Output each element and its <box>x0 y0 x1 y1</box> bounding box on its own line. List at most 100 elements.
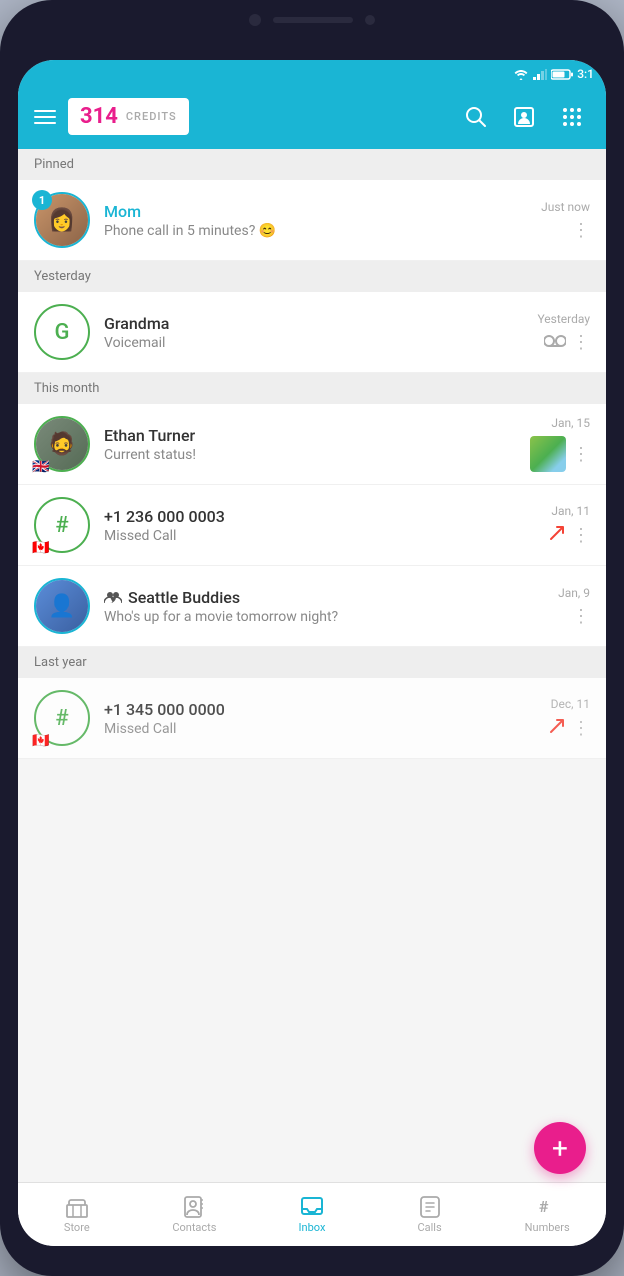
conv-time-seattle: Jan, 9 <box>558 586 590 600</box>
conv-name-grandma: Grandma <box>104 314 523 333</box>
search-button[interactable] <box>458 99 494 135</box>
conversation-number1[interactable]: # 🇨🇦 +1 236 000 0003 Missed Call Jan, 11 <box>18 485 606 566</box>
nav-item-numbers[interactable]: # Numbers <box>488 1187 606 1242</box>
flag-ethan: 🇬🇧 <box>32 460 52 474</box>
front-camera-area <box>249 14 375 26</box>
nav-item-contacts[interactable]: Contacts <box>136 1187 254 1242</box>
conv-content-number1: +1 236 000 0003 Missed Call <box>104 507 534 544</box>
avatar-wrap-grandma: G <box>34 304 90 360</box>
numbers-icon: # <box>535 1195 559 1219</box>
section-yesterday: Yesterday <box>18 261 606 292</box>
seattle-name-text: Seattle Buddies <box>128 588 240 607</box>
conv-preview-number2: Missed Call <box>104 721 534 737</box>
conv-name-number2: +1 345 000 0000 <box>104 700 534 719</box>
battery-icon <box>551 69 573 80</box>
section-last-year-label: Last year <box>34 655 87 670</box>
conversation-seattle[interactable]: 👤 Seattle Buddies Who's u <box>18 566 606 647</box>
conv-time-number2: Dec, 11 <box>551 697 590 711</box>
group-icon <box>104 590 122 604</box>
voicemail-icon <box>544 333 566 352</box>
conv-preview-ethan: Current status! <box>104 447 516 463</box>
camera-dot <box>249 14 261 26</box>
avatar-seattle: 👤 <box>34 578 90 634</box>
contacts-icon <box>182 1195 206 1219</box>
avatar-grandma: G <box>34 304 90 360</box>
conversation-number2[interactable]: # 🇨🇦 +1 345 000 0000 Missed Call Dec, 11 <box>18 678 606 759</box>
hamburger-button[interactable] <box>34 110 56 124</box>
conv-time-mom: Just now <box>541 200 590 214</box>
missed-call-arrow-2 <box>548 717 566 735</box>
missed-call-icon-1 <box>548 524 566 546</box>
conv-name-mom: Mom <box>104 202 527 221</box>
keypad-button[interactable] <box>554 99 590 135</box>
credits-box[interactable]: 314 CREDITS <box>68 98 189 135</box>
conv-time-number1: Jan, 11 <box>551 504 590 518</box>
store-icon <box>65 1195 89 1219</box>
contact-button[interactable] <box>506 99 542 135</box>
credits-label: CREDITS <box>126 110 177 123</box>
credits-number: 314 <box>80 104 118 129</box>
avatar-wrap-number1: # 🇨🇦 <box>34 497 90 553</box>
conversation-grandma[interactable]: G Grandma Voicemail Yesterday <box>18 292 606 373</box>
nav-label-numbers: Numbers <box>525 1221 570 1234</box>
conv-meta-number2: Dec, 11 ⋮ <box>548 697 590 739</box>
conv-name-ethan: Ethan Turner <box>104 426 516 445</box>
nav-label-contacts: Contacts <box>172 1221 216 1234</box>
more-icon-number1[interactable]: ⋮ <box>572 525 590 546</box>
more-icon-grandma[interactable]: ⋮ <box>572 332 590 353</box>
avatar-wrap-mom: 👩 1 <box>34 192 90 248</box>
bottom-navigation: Store Contacts Inbox <box>18 1182 606 1246</box>
phone-frame: 3:1 314 CREDITS <box>0 0 624 1276</box>
unread-badge-mom: 1 <box>32 190 52 210</box>
thumbnail-ethan <box>530 436 566 472</box>
compose-fab[interactable]: + <box>534 1122 586 1174</box>
conversation-ethan[interactable]: 🧔 🇬🇧 Ethan Turner Current status! Jan, 1… <box>18 404 606 485</box>
svg-text:#: # <box>539 1197 549 1216</box>
conv-preview-grandma: Voicemail <box>104 335 523 351</box>
conv-actions-seattle: ⋮ <box>572 606 590 627</box>
conv-content-ethan: Ethan Turner Current status! <box>104 426 516 463</box>
more-icon-number2[interactable]: ⋮ <box>572 718 590 739</box>
wifi-icon <box>513 68 529 80</box>
avatar-wrap-ethan: 🧔 🇬🇧 <box>34 416 90 472</box>
conv-actions-grandma: ⋮ <box>544 332 590 353</box>
more-icon-ethan[interactable]: ⋮ <box>572 444 590 465</box>
calls-icon <box>418 1195 442 1219</box>
conv-meta-mom: Just now ⋮ <box>541 200 590 241</box>
keypad-icon <box>561 106 583 128</box>
conv-meta-ethan: Jan, 15 ⋮ <box>530 416 590 472</box>
voicemail-svg <box>544 334 566 348</box>
more-icon-mom[interactable]: ⋮ <box>572 220 590 241</box>
status-icons: 3:1 <box>513 67 594 81</box>
nav-item-calls[interactable]: Calls <box>371 1187 489 1242</box>
fab-plus-icon: + <box>552 1132 568 1165</box>
app-header: 314 CREDITS <box>18 88 606 149</box>
nav-label-store: Store <box>64 1221 90 1234</box>
avatar-wrap-number2: # 🇨🇦 <box>34 690 90 746</box>
conv-actions-number2: ⋮ <box>548 717 590 739</box>
status-time: 3:1 <box>577 67 594 81</box>
section-yesterday-label: Yesterday <box>34 269 91 284</box>
conv-meta-seattle: Jan, 9 ⋮ <box>558 586 590 627</box>
section-this-month-label: This month <box>34 381 99 396</box>
section-pinned-label: Pinned <box>34 157 74 172</box>
section-this-month: This month <box>18 373 606 404</box>
conv-preview-seattle: Who's up for a movie tomorrow night? <box>104 609 544 625</box>
nav-item-inbox[interactable]: Inbox <box>253 1187 371 1242</box>
more-icon-seattle[interactable]: ⋮ <box>572 606 590 627</box>
conv-name-number1: +1 236 000 0003 <box>104 507 534 526</box>
conv-content-number2: +1 345 000 0000 Missed Call <box>104 700 534 737</box>
nav-label-calls: Calls <box>417 1221 441 1234</box>
conv-preview-mom: Phone call in 5 minutes? 😊 <box>104 223 527 239</box>
conv-actions-ethan: ⋮ <box>530 436 590 472</box>
status-bar: 3:1 <box>18 60 606 88</box>
conv-name-seattle: Seattle Buddies <box>104 588 544 607</box>
conversation-mom[interactable]: 👩 1 Mom Phone call in 5 minutes? 😊 Just … <box>18 180 606 261</box>
conv-meta-number1: Jan, 11 ⋮ <box>548 504 590 546</box>
nav-item-store[interactable]: Store <box>18 1187 136 1242</box>
speaker-grille <box>273 17 353 23</box>
conv-content-seattle: Seattle Buddies Who's up for a movie tom… <box>104 588 544 625</box>
section-pinned: Pinned <box>18 149 606 180</box>
section-last-year: Last year <box>18 647 606 678</box>
search-icon <box>465 106 487 128</box>
